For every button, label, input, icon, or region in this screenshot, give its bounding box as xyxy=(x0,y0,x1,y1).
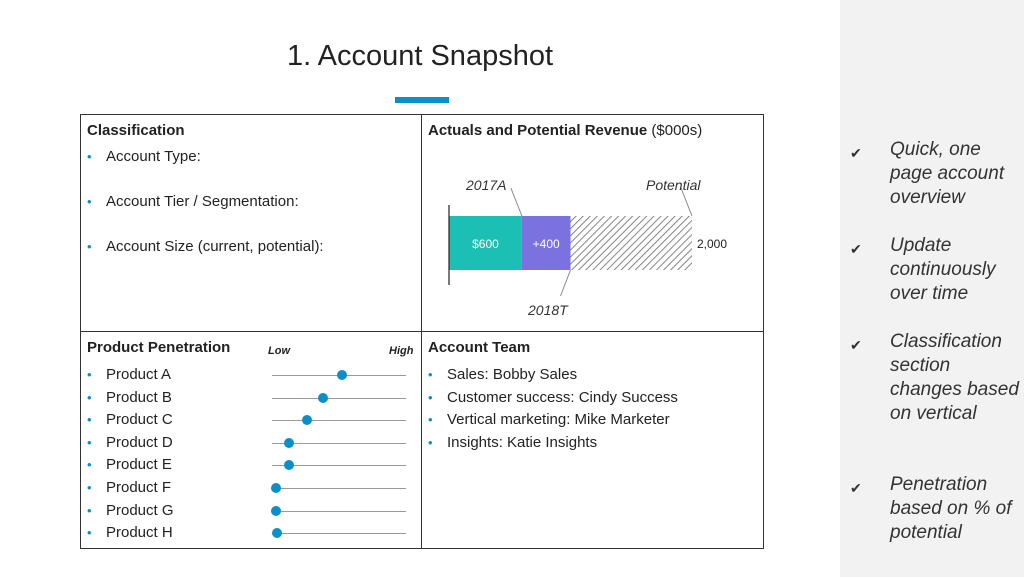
bullet-icon: • xyxy=(87,367,92,382)
bullet-icon: • xyxy=(87,457,92,473)
bullet-icon: • xyxy=(87,389,92,405)
penetration-track xyxy=(271,483,406,493)
product-item: • Product A xyxy=(87,366,171,383)
bar-segment xyxy=(570,216,692,270)
leader-line xyxy=(510,187,523,217)
product-item: • Product G xyxy=(87,502,174,519)
bullet-icon: • xyxy=(428,367,433,382)
product-item: • Product D xyxy=(87,434,173,451)
product-label: Product H xyxy=(106,524,173,542)
penetration-track xyxy=(272,460,406,471)
penetration-marker xyxy=(301,415,312,426)
total-label: 2,000 xyxy=(697,237,727,251)
penetration-marker xyxy=(284,460,295,471)
product-label: Product F xyxy=(106,479,172,496)
team-member-label: Customer success: Cindy Success xyxy=(447,388,678,406)
segment-label: Potential xyxy=(646,177,701,193)
bullet-icon: • xyxy=(87,480,92,495)
product-item: • Product B xyxy=(87,389,172,406)
leader-line xyxy=(560,269,571,297)
segment-label: 2018T xyxy=(527,302,569,318)
revenue-chart: $600 +400 2017A 2018T Potential 2,000 xyxy=(448,177,727,318)
penetration-marker xyxy=(336,370,347,380)
snapshot-grid: Classification • Account Type: • Account T… xyxy=(80,114,764,549)
segment-label: 2017A xyxy=(465,177,506,193)
check-icon: ✔ xyxy=(850,145,862,161)
penetration-section: Product Penetration Low High • Product A … xyxy=(81,332,422,548)
penetration-track xyxy=(272,392,406,403)
penetration-track xyxy=(271,505,406,516)
penetration-heading: Product Penetration xyxy=(87,339,231,356)
item-label: Account Tier / Segmentation: xyxy=(106,193,299,210)
bullet-icon: • xyxy=(87,149,92,164)
list-item: • Account Tier / Segmentation: xyxy=(87,193,299,210)
benefit-text: Quick, one page account overview xyxy=(890,139,1005,208)
penetration-track xyxy=(272,415,406,426)
product-label: Product G xyxy=(106,501,174,519)
team-member: • Customer success: Cindy Success xyxy=(428,389,678,406)
penetration-track xyxy=(272,437,406,448)
product-label: Product E xyxy=(106,456,172,474)
product-item: • Product C xyxy=(87,411,173,428)
team-section: Account Team • Sales: Bobby Sales • Custome… xyxy=(422,332,763,548)
benefit-text: Penetration based on % of potential xyxy=(890,474,1012,543)
check-icon: ✔ xyxy=(850,480,862,496)
item-label: Account Size (current, potential): xyxy=(106,238,324,255)
penetration-marker xyxy=(271,483,282,493)
classification-section: Classification • Account Type: • Account T… xyxy=(81,115,422,332)
product-item: • Product H xyxy=(87,524,173,541)
team-member-label: Sales: Bobby Sales xyxy=(447,366,578,383)
check-icon: ✔ xyxy=(850,337,862,353)
benefit-text: Classification section changes based on … xyxy=(890,331,1019,424)
penetration-marker xyxy=(317,392,328,403)
list-item: • Account Type: xyxy=(87,148,201,165)
penetration-marker xyxy=(272,528,283,539)
benefits-panel: ✔ Quick, one page account overview ✔ Update… xyxy=(840,0,1024,577)
product-label: Product B xyxy=(106,388,172,406)
bullet-icon: • xyxy=(87,525,92,541)
bullet-icon: • xyxy=(87,502,92,518)
bullet-icon: • xyxy=(428,412,433,428)
product-label: Product A xyxy=(106,366,172,383)
team-member-label: Insights: Katie Insights xyxy=(447,433,598,451)
classification-heading: Classification xyxy=(87,122,185,139)
product-label: Product D xyxy=(106,433,173,451)
list-item: • Account Size (current, potential): xyxy=(87,238,324,255)
bullet-icon: • xyxy=(87,194,92,209)
data-label: +400 xyxy=(533,237,560,251)
bullet-icon: • xyxy=(428,434,433,450)
team-heading: Account Team xyxy=(428,339,531,356)
product-item: • Product F xyxy=(87,479,171,496)
penetration-track xyxy=(272,370,406,380)
revenue-section: Actuals and Potential Revenue ($000s) $6… xyxy=(422,115,763,332)
data-label: $600 xyxy=(472,237,499,251)
team-member: • Vertical marketing: Mike Marketer xyxy=(428,411,670,428)
penetration-track xyxy=(272,528,406,539)
check-icon: ✔ xyxy=(850,241,862,257)
penetration-marker xyxy=(271,505,282,516)
bullet-icon: • xyxy=(87,434,92,450)
accent-bar xyxy=(395,97,449,103)
product-label: Product C xyxy=(106,411,173,429)
benefit-text: Update continuously over time xyxy=(890,235,996,304)
high-label: High xyxy=(389,345,414,357)
product-item: • Product E xyxy=(87,456,172,473)
bullet-icon: • xyxy=(87,412,92,428)
item-label: Account Type: xyxy=(106,148,201,165)
penetration-marker xyxy=(284,437,295,448)
low-label: Low xyxy=(268,345,290,357)
team-member-label: Vertical marketing: Mike Marketer xyxy=(447,411,670,429)
bullet-icon: • xyxy=(428,389,433,405)
team-member: • Sales: Bobby Sales xyxy=(428,366,577,383)
team-member: • Insights: Katie Insights xyxy=(428,434,597,451)
bullet-icon: • xyxy=(87,239,92,254)
page-title: 1. Account Snapshot xyxy=(286,40,554,72)
